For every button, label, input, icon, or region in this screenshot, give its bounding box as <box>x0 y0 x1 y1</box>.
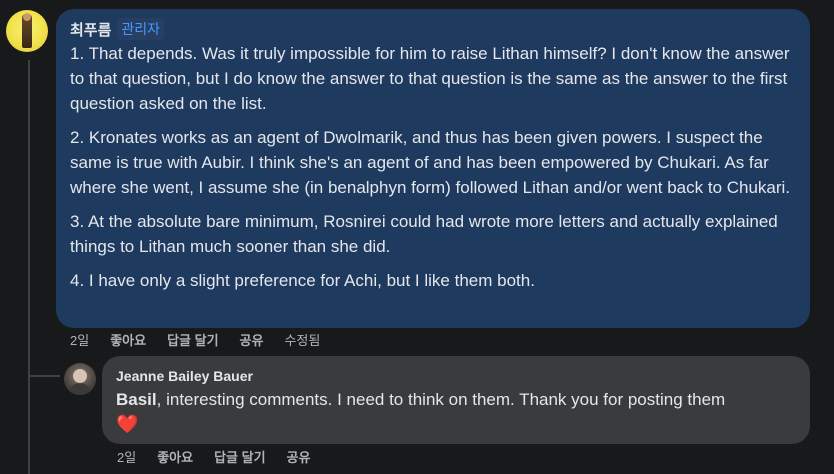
comment-actions: 2일 좋아요 답글 달기 공유 수정됨 <box>70 329 341 349</box>
reply-connector-line <box>30 375 60 377</box>
like-button[interactable]: 좋아요 <box>110 330 146 349</box>
comment-paragraph-4: 4. I have only a slight preference for A… <box>70 271 535 290</box>
mention-link[interactable]: Basil <box>116 390 157 409</box>
comment-timestamp[interactable]: 2일 <box>70 330 89 349</box>
comment-paragraph-2: 2. Kronates works as an agent of Dwolmar… <box>70 128 791 197</box>
reply-body: , interesting comments. I need to think … <box>156 390 726 409</box>
comment-author-name[interactable]: 최푸름 <box>70 19 111 40</box>
share-button[interactable]: 공유 <box>240 330 264 349</box>
reply-bubble: Jeanne Bailey Bauer Basil, interesting c… <box>102 356 810 444</box>
admin-badge: 관리자 <box>117 18 165 40</box>
edited-label[interactable]: 수정됨 <box>284 330 320 349</box>
reply-text: Basil, interesting comments. I need to t… <box>116 387 796 412</box>
thread-connector-line <box>28 60 30 474</box>
reply-share-button[interactable]: 공유 <box>287 447 311 466</box>
reply-avatar[interactable] <box>64 363 96 395</box>
reply-actions: 2일 좋아요 답글 달기 공유 <box>117 446 331 466</box>
heart-icon: ❤️ <box>116 414 139 434</box>
comment-paragraph-1: 1. That depends. Was it truly impossible… <box>70 44 790 113</box>
reply-author-name[interactable]: Jeanne Bailey Bauer <box>116 365 796 387</box>
avatar[interactable] <box>6 10 48 52</box>
comment-header: 최푸름 관리자 <box>70 17 796 41</box>
comment-bubble: 최푸름 관리자 1. That depends. Was it truly im… <box>56 9 810 328</box>
reply-like-button[interactable]: 좋아요 <box>157 447 193 466</box>
reply-button[interactable]: 답글 달기 <box>167 330 218 349</box>
reply-timestamp[interactable]: 2일 <box>117 447 136 466</box>
comment-paragraph-3: 3. At the absolute bare minimum, Rosnire… <box>70 212 778 256</box>
reply-reply-button[interactable]: 답글 달기 <box>214 447 265 466</box>
avatar-figure <box>22 13 32 48</box>
